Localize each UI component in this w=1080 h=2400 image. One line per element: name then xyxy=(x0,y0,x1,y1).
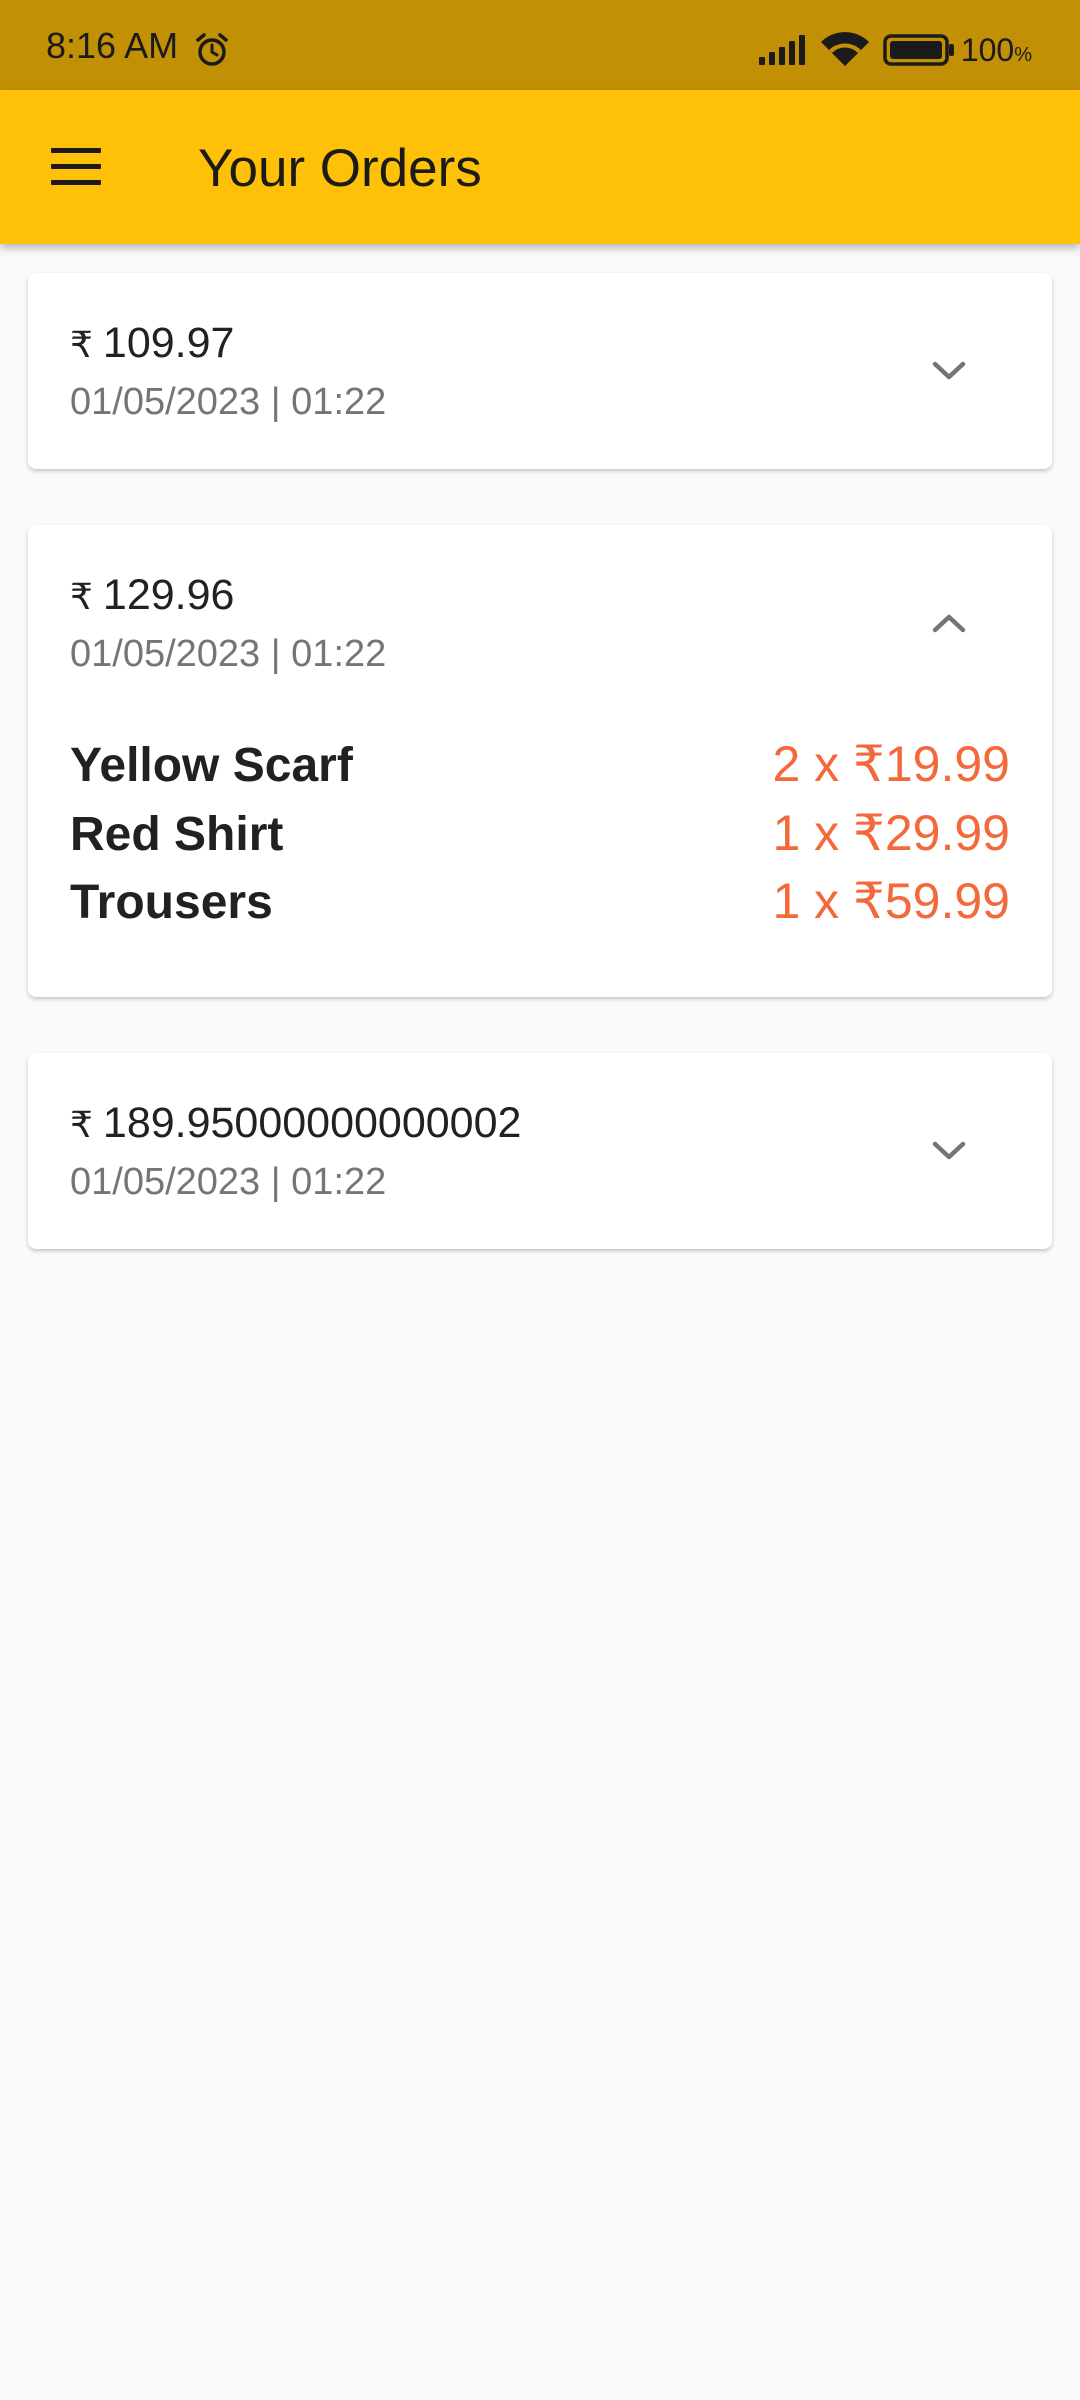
status-icons: 100% xyxy=(758,30,1032,70)
currency-symbol: ₹ xyxy=(70,324,93,365)
order-item-price: 2 x ₹19.99 xyxy=(772,736,1010,792)
chevron-down-icon[interactable] xyxy=(932,361,966,381)
chevron-up-icon[interactable] xyxy=(932,613,966,633)
currency-symbol: ₹ xyxy=(70,1104,93,1145)
order-amount: 189.95000000000002 xyxy=(102,1099,522,1147)
page-title: Your Orders xyxy=(198,139,482,198)
order-datetime: 01/05/2023 | 01:22 xyxy=(70,1161,387,1203)
order-item-name: Trousers xyxy=(70,876,273,929)
order-card[interactable]: ₹189.95000000000002 01/05/2023 | 01:22 xyxy=(28,1053,1052,1249)
currency-symbol: ₹ xyxy=(70,576,93,617)
status-bar: 8:16 AM 100% xyxy=(0,0,1080,90)
order-total: ₹129.96 xyxy=(70,574,234,617)
battery-value: 100 xyxy=(960,32,1015,68)
battery-unit: % xyxy=(1014,44,1032,66)
signal-icon xyxy=(758,35,805,65)
menu-icon[interactable] xyxy=(51,148,101,186)
order-item-name: Red Shirt xyxy=(70,808,284,861)
order-card[interactable]: ₹109.97 01/05/2023 | 01:22 xyxy=(28,273,1052,469)
order-amount: 129.96 xyxy=(102,571,235,619)
battery-percent: 100% xyxy=(961,34,1032,66)
wifi-icon xyxy=(820,32,869,66)
alarm-icon xyxy=(196,33,228,66)
status-time: 8:16 AM xyxy=(46,25,179,66)
order-datetime: 01/05/2023 | 01:22 xyxy=(70,381,387,423)
order-item-price: 1 x ₹59.99 xyxy=(772,873,1010,929)
order-card-expanded[interactable]: ₹129.96 01/05/2023 | 01:22 Yellow Scarf … xyxy=(28,525,1052,997)
order-total: ₹109.97 xyxy=(70,322,234,365)
app-bar: Your Orders xyxy=(0,90,1080,244)
order-item-price: 1 x ₹29.99 xyxy=(772,805,1010,861)
order-datetime: 01/05/2023 | 01:22 xyxy=(70,633,387,675)
order-item-name: Yellow Scarf xyxy=(70,739,353,792)
order-amount: 109.97 xyxy=(102,319,235,367)
battery-icon xyxy=(883,34,954,66)
order-total: ₹189.95000000000002 xyxy=(70,1102,521,1145)
chevron-down-icon[interactable] xyxy=(932,1141,966,1161)
